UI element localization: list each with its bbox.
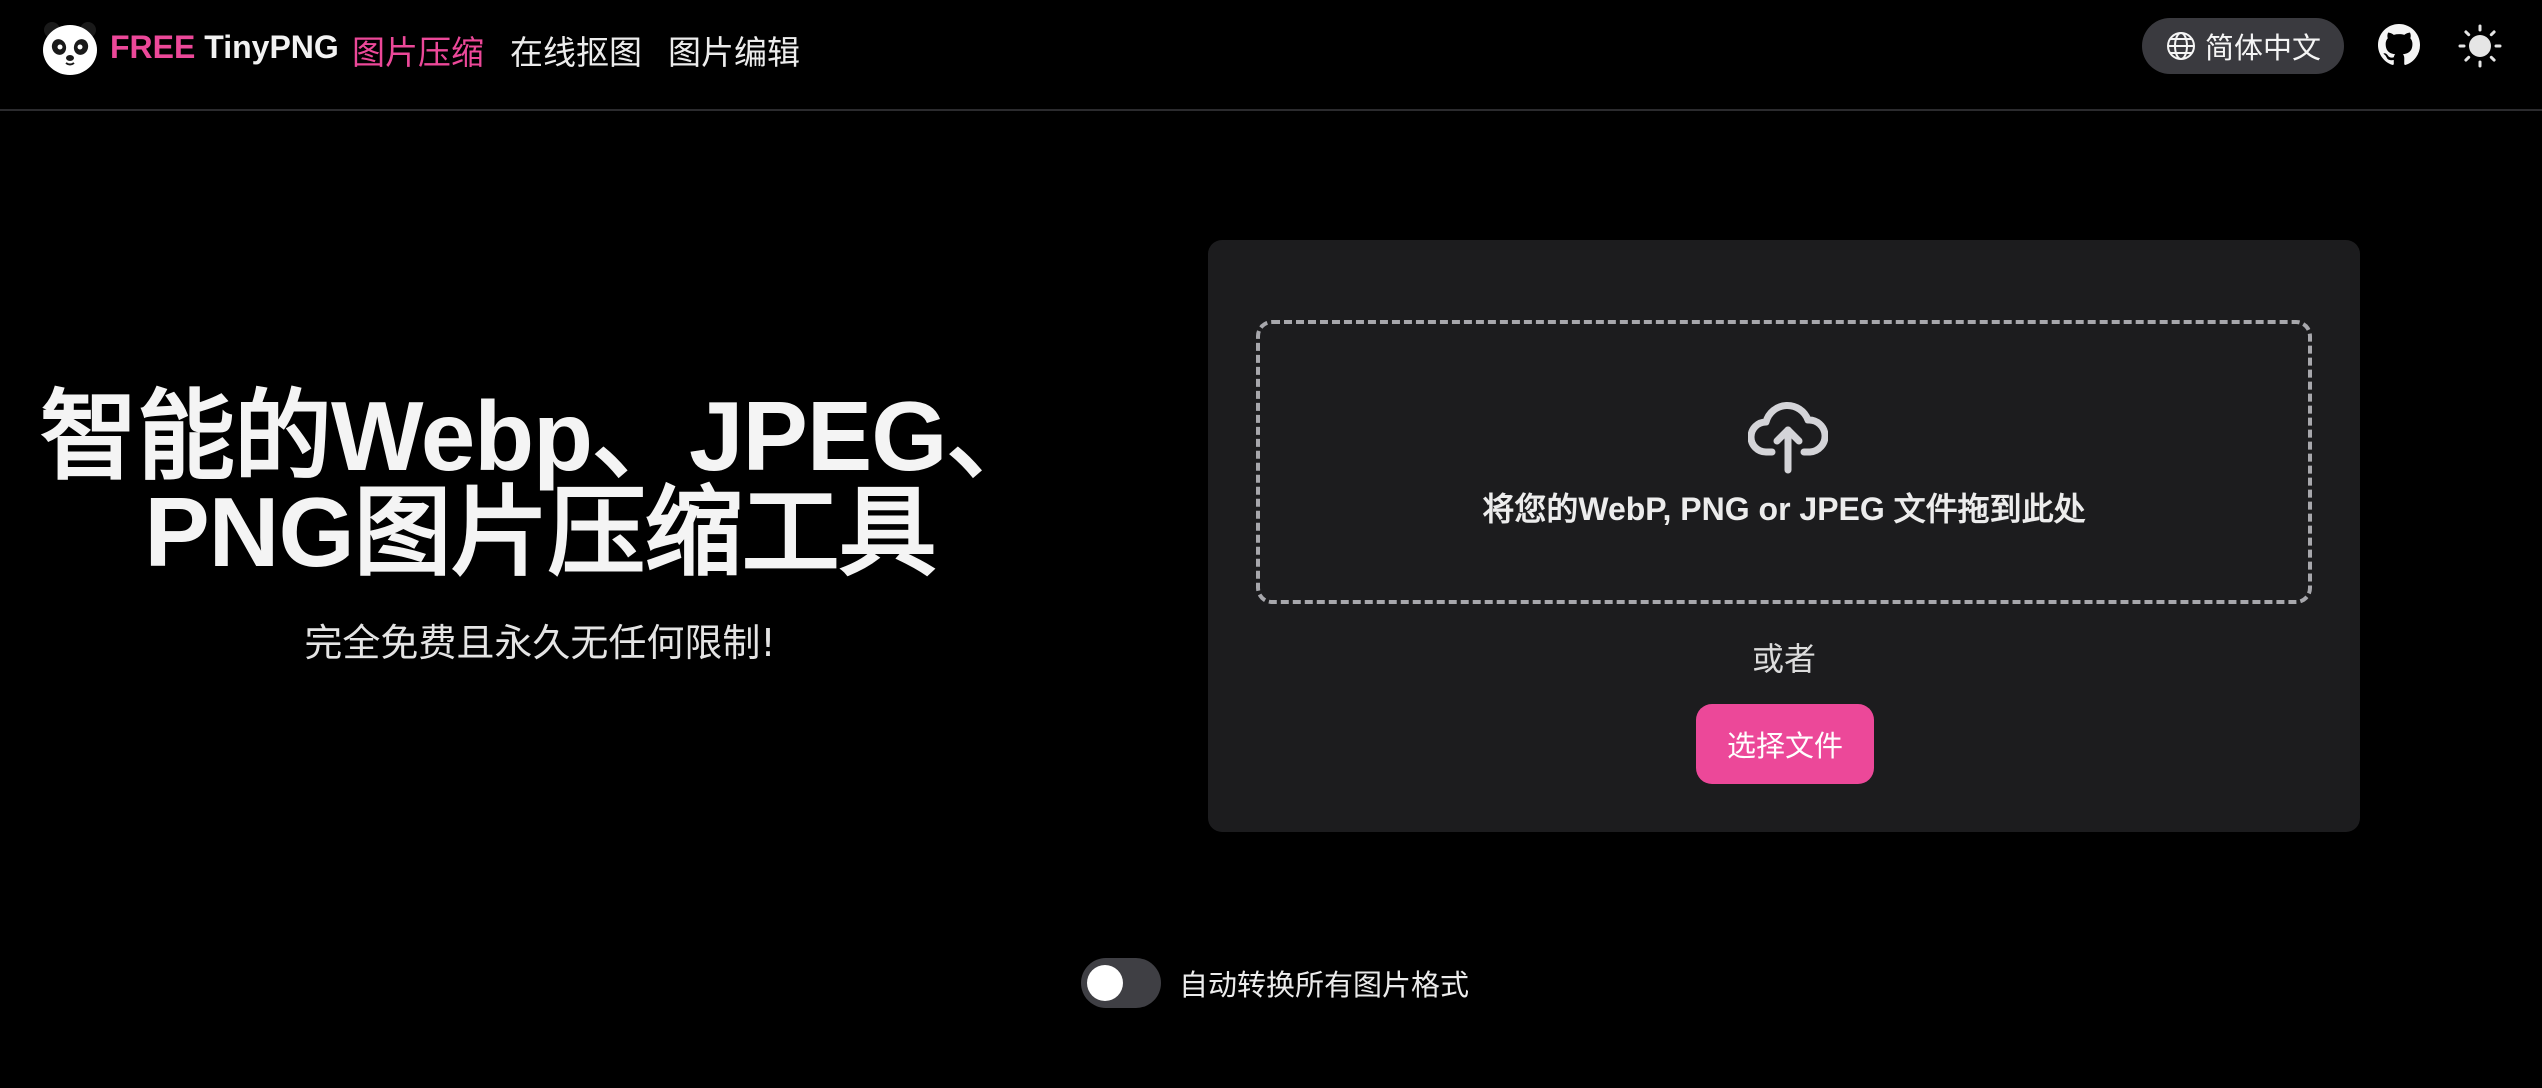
panda-logo-icon (43, 22, 97, 75)
top-navbar: FREE TinyPNG 图片压缩 在线抠图 图片编辑 简体中文 (0, 0, 2542, 111)
auto-convert-toggle[interactable] (1081, 958, 1161, 1008)
file-dropzone[interactable]: 将您的WebP, PNG or JPEG 文件拖到此处 (1256, 320, 2312, 604)
toggle-knob (1087, 965, 1123, 1001)
choose-file-button[interactable]: 选择文件 (1696, 704, 1874, 784)
brand-tinypng-text: TinyPNG (204, 28, 339, 65)
nav-image-edit[interactable]: 图片编辑 (668, 26, 800, 74)
github-icon[interactable] (2378, 24, 2420, 66)
brand-name: FREE TinyPNG (110, 29, 339, 66)
nav-image-compress[interactable]: 图片压缩 (352, 26, 484, 74)
or-separator: 或者 (1751, 640, 1816, 678)
globe-icon (2166, 32, 2195, 60)
auto-convert-label: 自动转换所有图片格式 (1179, 968, 1470, 1002)
hero-title-line-2: PNG图片压缩工具 (144, 477, 936, 587)
auto-convert-option: 自动转换所有图片格式 (1081, 958, 1469, 1008)
brand-logo-link[interactable]: FREE TinyPNG (40, 18, 339, 76)
hero-title: 智能的Webp、JPEG、 PNG图片压缩工具 (40, 381, 1044, 587)
upload-card: 将您的WebP, PNG or JPEG 文件拖到此处 或者 选择文件 (1208, 240, 2360, 832)
language-switch-button[interactable]: 简体中文 (2142, 18, 2344, 74)
nav-online-cutout[interactable]: 在线抠图 (510, 26, 642, 74)
hero-title-line-1: 智能的Webp、JPEG、 (40, 381, 1044, 491)
dropzone-text: 将您的WebP, PNG or JPEG 文件拖到此处 (1482, 491, 2086, 527)
sun-theme-icon[interactable] (2458, 24, 2502, 68)
cloud-upload-icon (1748, 401, 1828, 474)
language-label: 简体中文 (2204, 31, 2321, 65)
main-nav: 图片压缩 在线抠图 图片编辑 (352, 26, 800, 74)
hero-subtitle: 完全免费且永久无任何限制! (304, 621, 776, 665)
brand-free-text: FREE (110, 28, 196, 65)
